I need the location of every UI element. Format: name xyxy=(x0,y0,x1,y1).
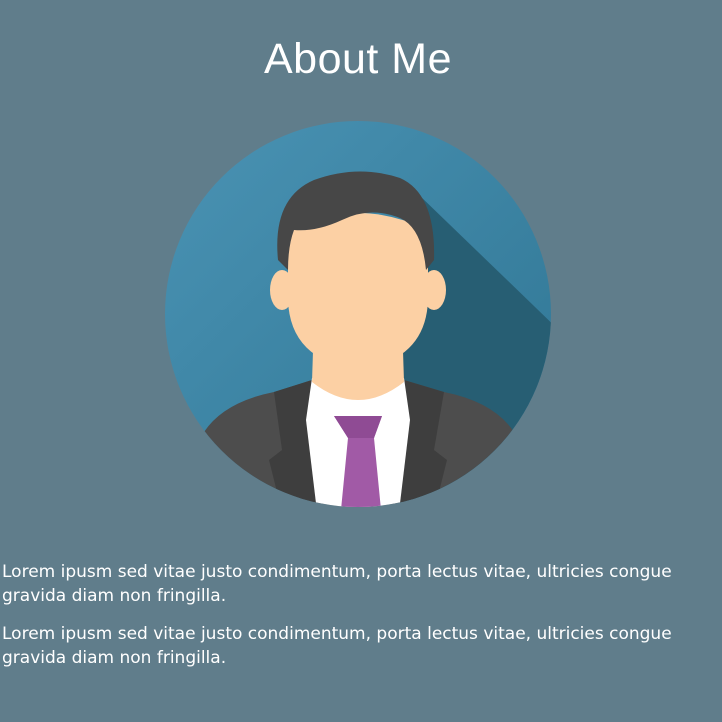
businessman-avatar-icon xyxy=(165,121,551,507)
page-title: About Me xyxy=(263,35,453,83)
face xyxy=(288,213,428,370)
bio-paragraph: Lorem ipusm sed vitae justo condimentum,… xyxy=(2,562,672,606)
avatar xyxy=(164,120,552,508)
bio-paragraph: Lorem ipusm sed vitae justo condimentum,… xyxy=(2,624,672,668)
bio-section: Lorem ipusm sed vitae justo condimentum,… xyxy=(2,560,702,684)
